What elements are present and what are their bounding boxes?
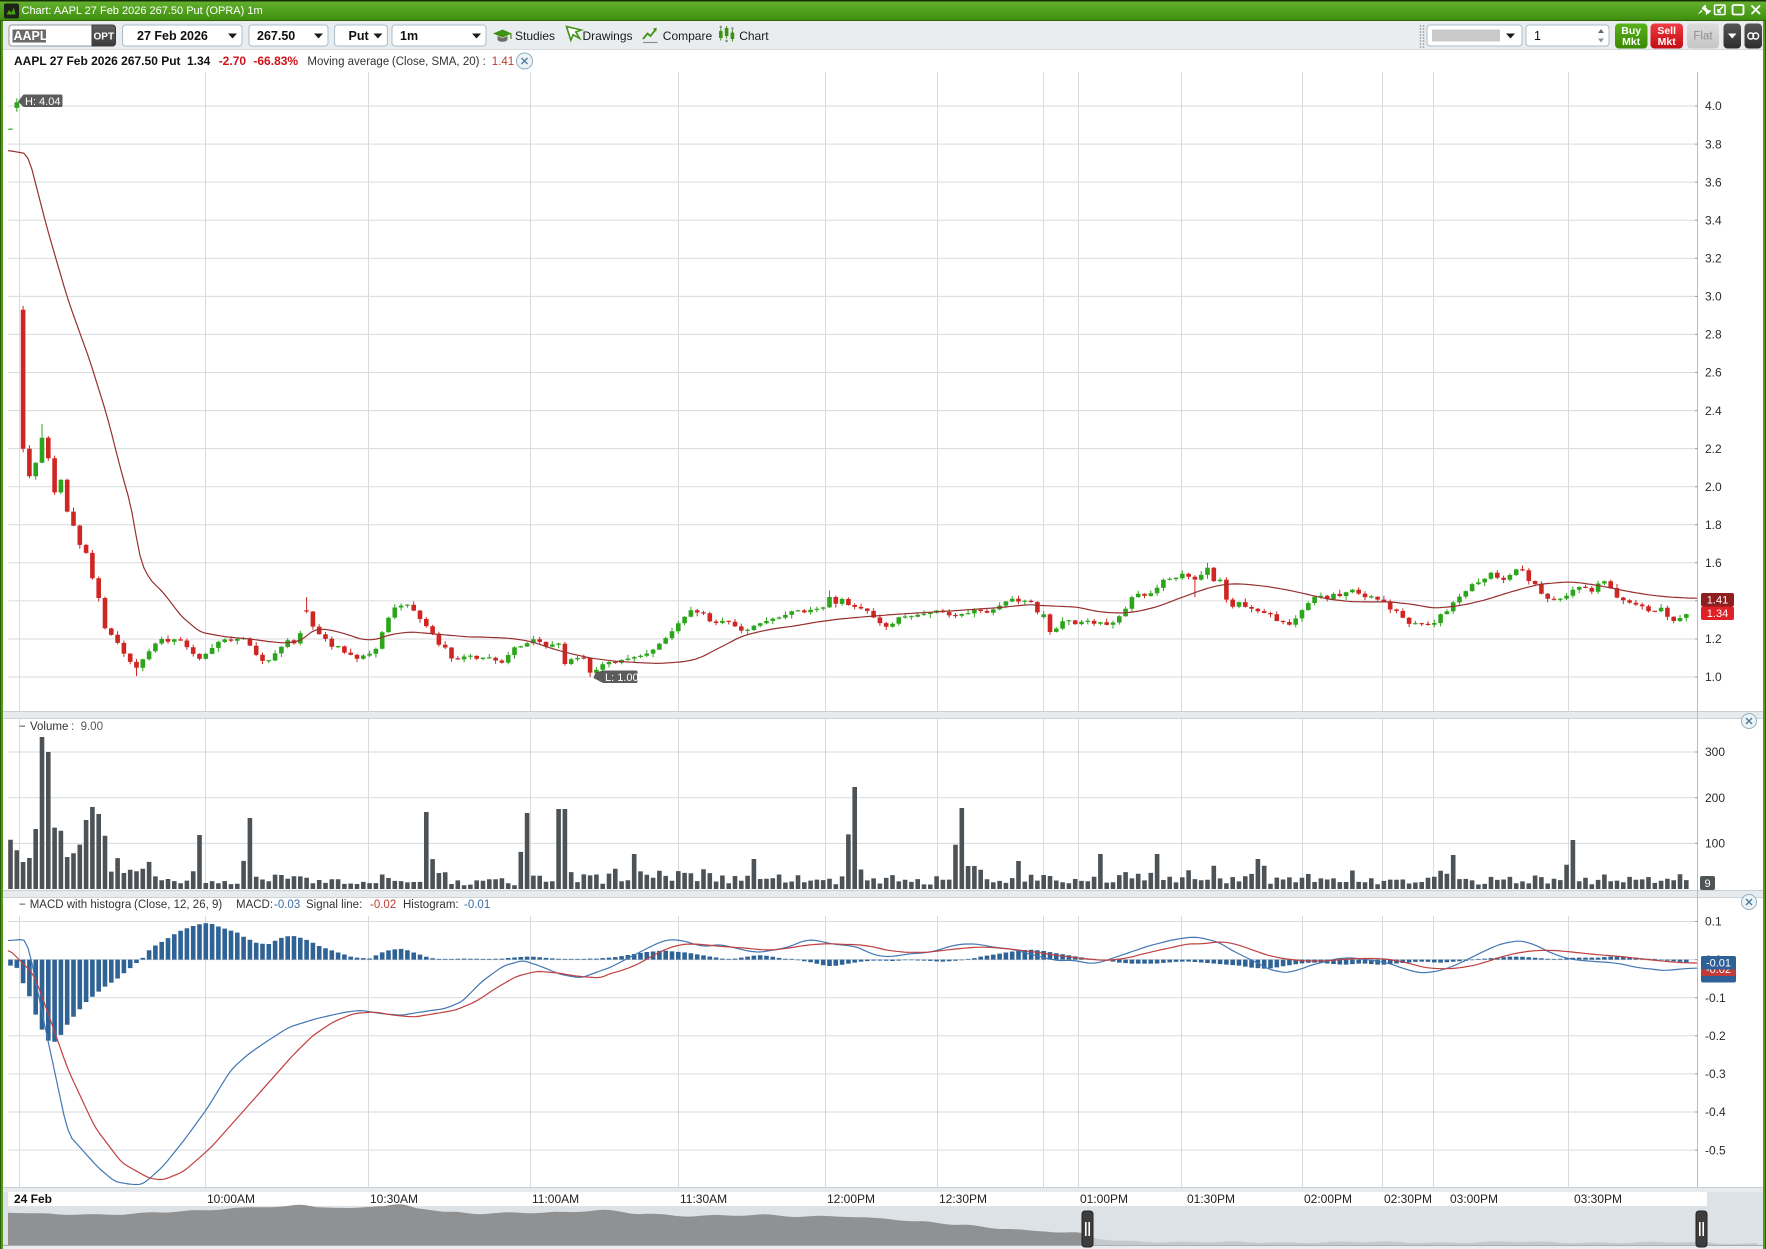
svg-text:Volume: Volume xyxy=(30,721,68,733)
svg-text:11:00AM: 11:00AM xyxy=(532,1192,579,1206)
svg-text:-0.01: -0.01 xyxy=(464,899,490,911)
svg-text:10:00AM: 10:00AM xyxy=(207,1192,255,1206)
svg-text:Mkt: Mkt xyxy=(1658,36,1677,48)
svg-text:−: − xyxy=(19,721,26,733)
svg-text:Histogram:: Histogram: xyxy=(403,899,459,911)
svg-text:Chart: Chart xyxy=(739,29,769,43)
svg-text:200: 200 xyxy=(1705,791,1725,805)
svg-text:1.6: 1.6 xyxy=(1705,556,1722,570)
svg-text:H: 4.04: H: 4.04 xyxy=(25,96,60,108)
svg-text:3.8: 3.8 xyxy=(1705,137,1722,151)
svg-text:-0.5: -0.5 xyxy=(1705,1143,1726,1157)
svg-text:Put: Put xyxy=(349,29,370,43)
svg-text:MACD with histogram: MACD with histogram xyxy=(30,899,141,911)
svg-text:1.34: 1.34 xyxy=(1707,608,1728,620)
svg-text:L: 1.00: L: 1.00 xyxy=(605,672,639,684)
svg-text:Compare: Compare xyxy=(663,29,713,43)
svg-text:3.2: 3.2 xyxy=(1705,252,1722,266)
svg-text:267.50: 267.50 xyxy=(257,29,295,43)
svg-text:2.4: 2.4 xyxy=(1705,404,1722,418)
svg-text:-0.3: -0.3 xyxy=(1705,1067,1726,1081)
svg-text:1.41: 1.41 xyxy=(492,56,514,68)
svg-text:0.1: 0.1 xyxy=(1705,915,1722,929)
svg-text:27 Feb 2026: 27 Feb 2026 xyxy=(137,29,208,43)
svg-text:3.4: 3.4 xyxy=(1705,213,1722,227)
svg-text:OPT: OPT xyxy=(94,32,115,43)
svg-text:-0.4: -0.4 xyxy=(1705,1105,1726,1119)
svg-text:12:30PM: 12:30PM xyxy=(939,1192,987,1206)
svg-text:-0.02: -0.02 xyxy=(370,899,396,911)
svg-text:3.6: 3.6 xyxy=(1705,175,1722,189)
svg-text:-0.01: -0.01 xyxy=(1706,958,1731,970)
svg-text:Signal line:: Signal line: xyxy=(306,899,362,911)
svg-text:2.0: 2.0 xyxy=(1705,480,1722,494)
svg-text:-2.70: -2.70 xyxy=(219,54,247,68)
svg-text:-0.03: -0.03 xyxy=(274,899,300,911)
svg-text:1.0: 1.0 xyxy=(1705,670,1722,684)
svg-text:−: − xyxy=(19,899,26,911)
svg-text:03:00PM: 03:00PM xyxy=(1450,1192,1498,1206)
svg-text:1.34: 1.34 xyxy=(187,54,211,68)
svg-text:300: 300 xyxy=(1705,745,1725,759)
svg-text:12:00PM: 12:00PM xyxy=(827,1192,875,1206)
svg-text:01:00PM: 01:00PM xyxy=(1080,1192,1128,1206)
svg-text:Flat: Flat xyxy=(1693,31,1713,43)
svg-text:11:30AM: 11:30AM xyxy=(680,1192,727,1206)
svg-text:1.2: 1.2 xyxy=(1705,632,1722,646)
svg-text:1m: 1m xyxy=(400,29,418,43)
svg-text:Chart: AAPL 27 Feb 2026 267.50: Chart: AAPL 27 Feb 2026 267.50 Put (OPRA… xyxy=(22,5,263,17)
svg-text:(Close, SMA, 20) :: (Close, SMA, 20) : xyxy=(392,56,486,68)
svg-text:Moving average: Moving average xyxy=(307,56,389,68)
svg-text:01:30PM: 01:30PM xyxy=(1187,1192,1235,1206)
svg-text:MACD:: MACD: xyxy=(236,899,273,911)
svg-text:3.0: 3.0 xyxy=(1705,290,1722,304)
svg-text:AAPL: AAPL xyxy=(14,29,48,43)
svg-text:100: 100 xyxy=(1705,837,1725,851)
svg-text:2.2: 2.2 xyxy=(1705,442,1722,456)
svg-text:(Close, 12, 26, 9): (Close, 12, 26, 9) xyxy=(134,899,222,911)
svg-text:Mkt: Mkt xyxy=(1622,36,1641,48)
svg-text:02:30PM: 02:30PM xyxy=(1384,1192,1432,1206)
svg-text:24 Feb: 24 Feb xyxy=(14,1192,52,1206)
svg-text:02:00PM: 02:00PM xyxy=(1304,1192,1352,1206)
svg-text:Studies: Studies xyxy=(515,29,555,43)
svg-text:Drawings: Drawings xyxy=(583,29,633,43)
svg-text:1: 1 xyxy=(1534,29,1541,43)
svg-text:-0.2: -0.2 xyxy=(1705,1029,1726,1043)
svg-text:1.41: 1.41 xyxy=(1707,595,1728,607)
svg-text:-66.83%: -66.83% xyxy=(253,54,298,68)
svg-text:1.8: 1.8 xyxy=(1705,518,1722,532)
svg-text:-0.1: -0.1 xyxy=(1705,991,1726,1005)
svg-text:2.6: 2.6 xyxy=(1705,366,1722,380)
svg-text:: 9.00: : 9.00 xyxy=(71,721,103,733)
svg-text:4.0: 4.0 xyxy=(1705,99,1722,113)
svg-text:03:30PM: 03:30PM xyxy=(1574,1192,1622,1206)
svg-text:10:30AM: 10:30AM xyxy=(370,1192,418,1206)
svg-text:9: 9 xyxy=(1704,878,1710,890)
svg-text:AAPL 27 Feb 2026 267.50 Put: AAPL 27 Feb 2026 267.50 Put xyxy=(14,54,181,68)
svg-text:2.8: 2.8 xyxy=(1705,328,1722,342)
